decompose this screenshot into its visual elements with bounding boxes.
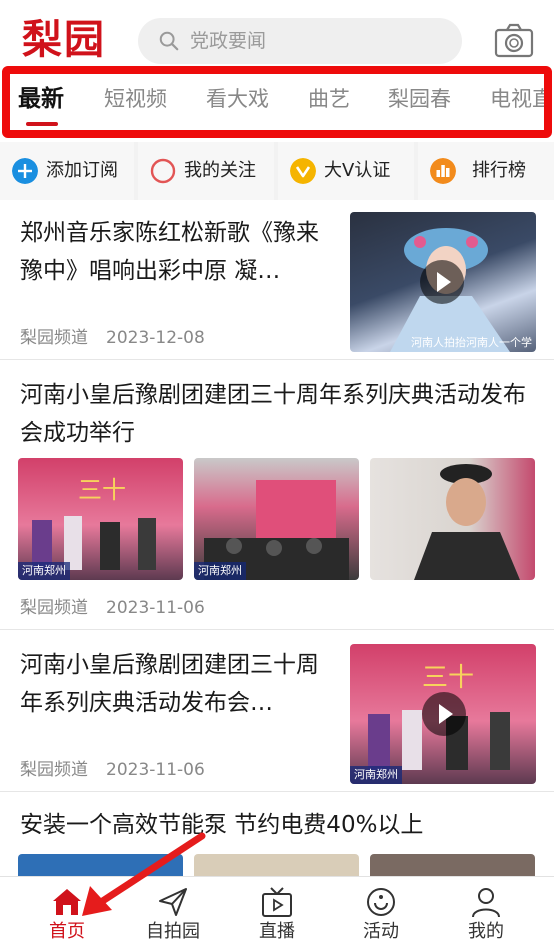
play-icon [422,692,466,736]
channel-tabs: 最新 短视频 看大戏 曲艺 梨园春 电视直 [10,74,544,130]
big-v-cert-label: 大V认证 [324,160,391,181]
news-date: 2023-11-06 [106,598,205,618]
news-meta: 梨园频道 2023-11-06 [20,596,205,620]
nav-activities-label: 活动 [363,921,399,942]
news-feed: 郑州音乐家陈红松新歌《豫来豫中》唱响出彩中原 凝… 梨园频道 2023-12-08… [0,200,554,876]
thumbnail-caption: 河南人拍抬河南人一个学 [411,336,532,349]
news-item[interactable]: 安装一个高效节能泵 节约电费40%以上 [0,792,554,876]
news-source: 梨园频道 [20,598,88,618]
video-thumbnail[interactable]: 河南人拍抬河南人一个学 [350,212,536,352]
ranking-button[interactable]: 排行榜 [418,142,554,200]
circle-icon [150,158,176,184]
article-image[interactable]: 河南郑州 [194,458,359,580]
nav-home-label: 首页 [49,921,85,942]
article-image[interactable] [370,854,535,876]
bottom-navigation: 首页 自拍园 直播 活动 我的 [0,876,554,952]
tab-tv-live[interactable]: 电视直 [490,84,544,114]
news-item[interactable]: 河南小皇后豫剧团建团三十周年系列庆典活动发布会… 梨园频道 2023-11-06 … [0,630,554,792]
news-title: 郑州音乐家陈红松新歌《豫来豫中》唱响出彩中原 凝… [20,220,319,284]
video-thumbnail[interactable]: 三十 河南郑州 [350,644,536,784]
my-follows-button[interactable]: 我的关注 [138,142,274,200]
plus-circle-icon [12,158,38,184]
quick-actions-bar: 添加订阅 我的关注 大V认证 排行榜 [0,142,554,200]
app-header: 梨园 党政要闻 [0,0,554,68]
thumbnail-caption: 河南郑州 [18,562,70,580]
tab-opera[interactable]: 看大戏 [206,84,269,114]
add-subscription-label: 添加订阅 [46,160,118,181]
news-date: 2023-11-06 [106,760,205,780]
article-image[interactable] [370,458,535,580]
send-icon [159,888,187,916]
news-title: 河南小皇后豫剧团建团三十周年系列庆典活动发布会成功举行 [20,382,526,446]
article-image[interactable]: 三十 河南郑州 [18,458,183,580]
nav-selfie-garden-label: 自拍园 [146,921,200,942]
news-meta: 梨园频道 2023-11-06 [20,758,205,782]
search-icon [159,31,179,51]
tab-quyi[interactable]: 曲艺 [308,84,350,114]
tab-latest[interactable]: 最新 [18,84,64,114]
tv-icon [262,887,292,917]
news-source: 梨园频道 [20,328,88,348]
search-bar[interactable]: 党政要闻 [138,18,462,64]
thumbnail-caption: 河南郑州 [350,766,402,784]
news-title: 安装一个高效节能泵 节约电费40%以上 [20,812,424,838]
bar-chart-icon [430,158,456,184]
news-source: 梨园频道 [20,760,88,780]
nav-home[interactable]: 首页 [17,877,117,952]
thumbnail-caption: 河南郑州 [194,562,246,580]
app-logo: 梨园 [22,16,106,63]
svg-text:三十: 三十 [78,476,126,504]
news-meta: 梨园频道 2023-12-08 [20,326,205,350]
active-tab-indicator [26,122,58,126]
search-placeholder: 党政要闻 [190,30,267,52]
nav-live-label: 直播 [259,921,295,942]
nav-selfie-garden[interactable]: 自拍园 [123,877,223,952]
news-date: 2023-12-08 [106,328,205,348]
nav-profile-label: 我的 [468,921,504,942]
v-badge-icon [290,158,316,184]
article-image[interactable] [18,854,183,876]
camera-icon[interactable] [494,22,534,58]
nav-activities[interactable]: 活动 [331,877,431,952]
activity-icon [367,888,395,916]
tab-short-video[interactable]: 短视频 [104,84,167,114]
user-icon [472,888,500,918]
ranking-label: 排行榜 [472,160,526,181]
news-title: 河南小皇后豫剧团建团三十周年系列庆典活动发布会… [20,652,319,716]
home-icon [53,889,81,915]
svg-text:三十: 三十 [422,663,474,693]
add-subscription-button[interactable]: 添加订阅 [0,142,134,200]
tab-liyuanchun[interactable]: 梨园春 [388,84,451,114]
nav-profile[interactable]: 我的 [436,877,536,952]
nav-live[interactable]: 直播 [227,877,327,952]
news-item[interactable]: 河南小皇后豫剧团建团三十周年系列庆典活动发布会成功举行 三十 河南郑州 河南郑州 [0,360,554,630]
my-follows-label: 我的关注 [184,160,256,181]
news-item[interactable]: 郑州音乐家陈红松新歌《豫来豫中》唱响出彩中原 凝… 梨园频道 2023-12-08… [0,200,554,360]
big-v-cert-button[interactable]: 大V认证 [278,142,414,200]
speaker-photo [414,464,520,580]
play-icon [420,260,464,304]
article-image[interactable] [194,854,359,876]
